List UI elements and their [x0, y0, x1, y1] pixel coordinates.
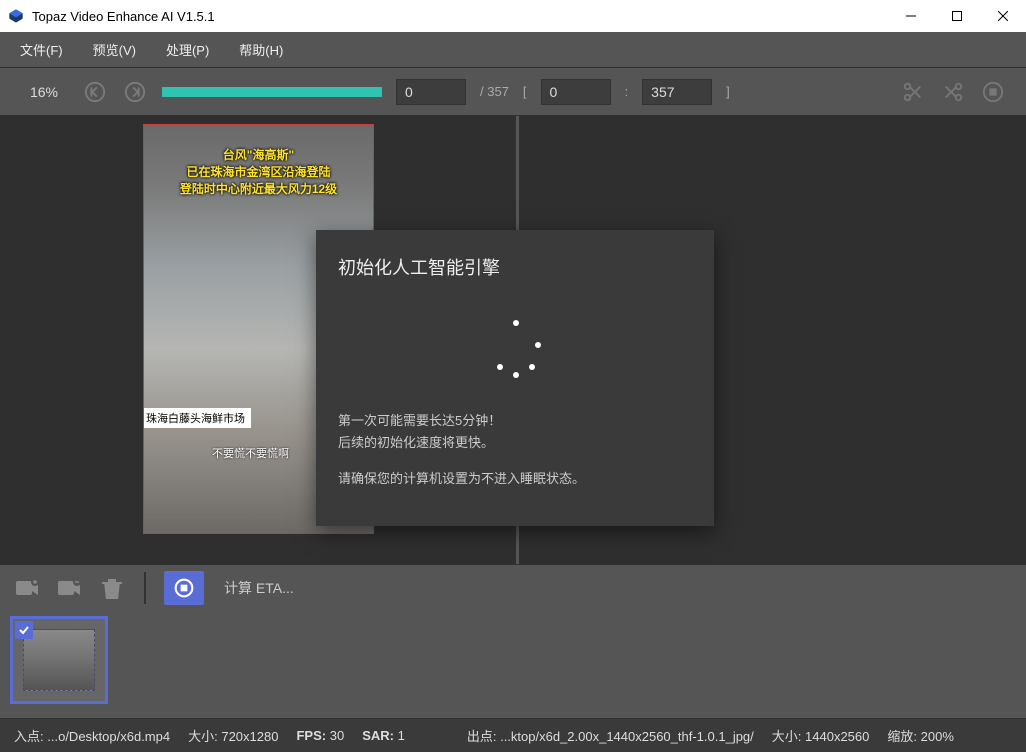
range-separator: :: [625, 84, 629, 99]
status-out: 出点: ...ktop/x6d_2.00x_1440x2560_thf-1.0.…: [467, 726, 754, 745]
dialog-line1: 第一次可能需要长达5分钟！: [338, 410, 692, 432]
window-title: Topaz Video Enhance AI V1.5.1: [32, 9, 888, 24]
status-fps-val: 30: [330, 728, 344, 743]
eta-label: 计算 ETA...: [224, 578, 294, 598]
app-logo-icon: [8, 8, 24, 24]
titlebar: Topaz Video Enhance AI V1.5.1: [0, 0, 1026, 32]
status-out-label: 出点:: [467, 729, 497, 744]
dialog-line2: 后续的初始化速度将更快。: [338, 432, 692, 454]
status-out-size: 大小: 1440x2560: [772, 726, 870, 745]
action-bar: 计算 ETA...: [0, 564, 1026, 610]
menu-file[interactable]: 文件(F): [8, 36, 75, 63]
status-out-path: ...ktop/x6d_2.00x_1440x2560_thf-1.0.1_jp…: [500, 729, 754, 744]
preview-area: 台风"海高斯" 已在珠海市金湾区沿海登陆 登陆时中心附近最大风力12级 珠海白藤…: [0, 116, 1026, 564]
status-fps: FPS: 30: [296, 728, 344, 743]
range-start-input[interactable]: 0: [541, 79, 611, 105]
thumbnail-strip: [0, 610, 1026, 718]
overlay-line2: 已在珠海市金湾区沿海登陆: [144, 164, 373, 181]
status-scale: 缩放: 200%: [887, 726, 954, 745]
video-title-overlay: 台风"海高斯" 已在珠海市金湾区沿海登陆 登陆时中心附近最大风力12级: [144, 147, 373, 197]
status-in: 入点: ...o/Desktop/x6d.mp4: [14, 726, 170, 745]
current-frame-input[interactable]: 0: [396, 79, 466, 105]
status-sar-val: 1: [398, 728, 405, 743]
status-out-size-val: 1440x2560: [805, 729, 869, 744]
range-bracket-close: ]: [726, 84, 730, 99]
minimize-button[interactable]: [888, 0, 934, 32]
toolbar: 16% 0 / 357 [ 0 : 357 ]: [0, 68, 1026, 116]
range-end-input[interactable]: 357: [642, 79, 712, 105]
status-sar-label: SAR:: [362, 728, 394, 743]
thumbnail-checkmark-icon[interactable]: [15, 621, 33, 639]
dialog-title: 初始化人工智能引擎: [338, 254, 692, 280]
action-divider: [144, 572, 146, 604]
close-button[interactable]: [980, 0, 1026, 32]
status-scale-val: 200%: [921, 729, 954, 744]
status-in-size-val: 720x1280: [221, 729, 278, 744]
status-in-size-label: 大小:: [188, 729, 218, 744]
status-scale-label: 缩放:: [887, 729, 917, 744]
overlay-line3: 登陆时中心附近最大风力12级: [144, 181, 373, 198]
record-remove-icon[interactable]: [56, 574, 84, 602]
trash-icon[interactable]: [98, 574, 126, 602]
overlay-caption1: 珠海白藤头海鲜市场: [143, 408, 251, 428]
menubar: 文件(F) 预览(V) 处理(P) 帮助(H): [0, 32, 1026, 68]
dialog-line3: 请确保您的计算机设置为不进入睡眠状态。: [338, 468, 692, 490]
maximize-button[interactable]: [934, 0, 980, 32]
loading-spinner-icon: [485, 320, 545, 380]
menu-preview[interactable]: 预览(V): [81, 36, 148, 63]
status-fps-label: FPS:: [296, 728, 326, 743]
overlay-line1: 台风"海高斯": [144, 147, 373, 164]
status-out-size-label: 大小:: [772, 729, 802, 744]
prev-frame-button[interactable]: [82, 79, 108, 105]
cut-end-icon[interactable]: [940, 79, 966, 105]
menu-process[interactable]: 处理(P): [154, 36, 221, 63]
record-add-icon[interactable]: [14, 574, 42, 602]
status-sar: SAR: 1: [362, 728, 405, 743]
stop-preview-icon[interactable]: [980, 79, 1006, 105]
cut-start-icon[interactable]: [900, 79, 926, 105]
status-in-size: 大小: 720x1280: [188, 726, 278, 745]
init-ai-dialog: 初始化人工智能引擎 第一次可能需要长达5分钟！ 后续的初始化速度将更快。 请确保…: [316, 230, 714, 526]
video-thumbnail[interactable]: [10, 616, 108, 704]
next-frame-button[interactable]: [122, 79, 148, 105]
status-in-label: 入点:: [14, 729, 44, 744]
range-bracket-open: [: [523, 84, 527, 99]
stop-process-button[interactable]: [164, 571, 204, 605]
menu-help[interactable]: 帮助(H): [227, 36, 295, 63]
progress-bar[interactable]: [162, 87, 382, 97]
overlay-caption2: 不要慌不要慌啊: [212, 445, 289, 461]
status-in-path: ...o/Desktop/x6d.mp4: [47, 729, 170, 744]
status-bar: 入点: ...o/Desktop/x6d.mp4 大小: 720x1280 FP…: [0, 718, 1026, 752]
zoom-level[interactable]: 16%: [20, 84, 68, 100]
frame-total-label: / 357: [480, 84, 509, 99]
